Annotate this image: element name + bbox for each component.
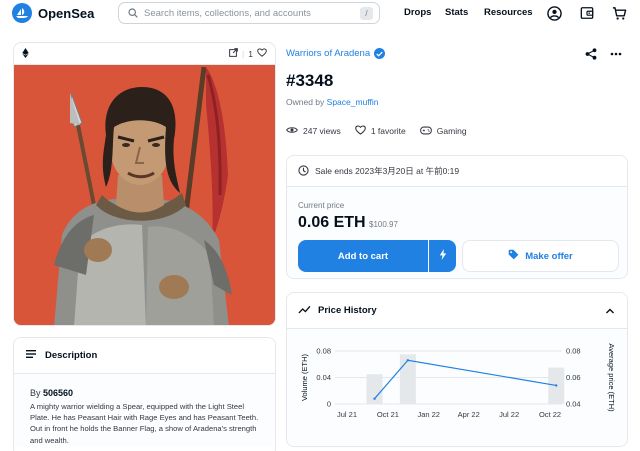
y-axis-right-label: Average price (ETH) [607, 343, 616, 412]
y-axis-left-label: Volume (ETH) [300, 353, 309, 401]
buy-now-button[interactable] [429, 240, 456, 272]
x-tick-label: Apr 22 [458, 410, 480, 419]
chevron-up-icon[interactable] [605, 306, 615, 316]
sale-body: Current price 0.06 ETH $100.97 Add to ca… [287, 187, 627, 278]
average-price-point [555, 384, 558, 387]
description-header[interactable]: Description [14, 338, 275, 374]
favorites-count-text: 1 favorite [370, 126, 406, 136]
make-offer-label: Make offer [525, 250, 573, 262]
by-label: By [30, 388, 41, 398]
heart-icon[interactable] [257, 48, 267, 59]
tag-icon [508, 249, 519, 263]
more-options-icon[interactable] [610, 47, 624, 61]
y-right-tick-label: 0.04 [566, 400, 581, 409]
category-stat[interactable]: Gaming [419, 126, 467, 137]
item-image-card: | 1 [13, 42, 276, 326]
lightning-icon [439, 247, 447, 265]
creator-link[interactable]: 506560 [43, 388, 73, 398]
price-history-heading: Price History [318, 305, 377, 316]
average-price-point [373, 397, 376, 400]
nav-drops[interactable]: Drops [404, 7, 431, 18]
price-history-body: 0 0.04 0.08 0.04 0.06 0.08 Jul 21 Oct 21 Jan 22 A… [287, 329, 627, 446]
y-left-tick-label: 0.04 [316, 373, 331, 382]
cart-icon[interactable] [610, 4, 628, 22]
eye-icon [286, 126, 298, 136]
add-to-cart-button[interactable]: Add to cart [298, 240, 428, 272]
toolbar-divider: | [242, 48, 245, 59]
collection-link[interactable]: Warriors of Aradena [286, 48, 386, 59]
owned-by-line: Owned by Space_muffin [286, 97, 378, 107]
price-history-chart: 0 0.04 0.08 0.04 0.06 0.08 Jul 21 Oct 21 Jan 22 A… [300, 343, 616, 419]
share-icon[interactable] [585, 47, 599, 61]
owner-link[interactable]: Space_muffin [327, 97, 379, 107]
price-history-header[interactable]: Price History [287, 293, 627, 329]
opensea-logo-icon[interactable] [12, 3, 32, 23]
description-panel: Description By 506560 A mighty warrior w… [13, 337, 276, 451]
brand-name[interactable]: OpenSea [38, 6, 94, 21]
x-tick-label: Oct 21 [377, 410, 399, 419]
x-tick-label: Oct 22 [539, 410, 561, 419]
x-tick-label: Jul 22 [499, 410, 519, 419]
price-history-panel: Price History 0 0.04 0.08 0.04 0.06 0.08 Jul 2… [286, 292, 628, 447]
image-card-toolbar: | 1 [14, 43, 275, 65]
favorites-count: 1 [248, 48, 253, 59]
trend-icon [298, 305, 311, 317]
verified-badge-icon [374, 48, 386, 59]
average-price-point [406, 359, 410, 362]
list-icon [26, 350, 36, 361]
nav-resources[interactable]: Resources [484, 7, 533, 18]
search-shortcut-badge: / [360, 7, 373, 20]
nav-stats[interactable]: Stats [445, 7, 468, 18]
clock-icon [298, 164, 309, 178]
top-navigation-bar: OpenSea / Drops Stats Resources [0, 0, 640, 26]
search-icon [126, 6, 140, 20]
make-offer-button[interactable]: Make offer [462, 240, 619, 272]
sale-end-header: Sale ends 2023年3月20日 at 午前0:19 [287, 156, 627, 187]
sale-panel: Sale ends 2023年3月20日 at 午前0:19 Current p… [286, 155, 628, 279]
description-body: By 506560 A mighty warrior wielding a Sp… [14, 374, 275, 446]
collection-name[interactable]: Warriors of Aradena [286, 48, 370, 59]
gamepad-icon [419, 126, 432, 137]
description-heading: Description [45, 350, 98, 361]
item-stats: 247 views 1 favorite Gaming [286, 125, 481, 137]
item-title: #3348 [286, 71, 334, 90]
description-text: A mighty warrior wielding a Spear, equip… [30, 402, 259, 445]
y-left-tick-label: 0 [327, 400, 331, 409]
sale-ends-text: Sale ends 2023年3月20日 at 午前0:19 [315, 166, 460, 176]
heart-icon [354, 125, 366, 137]
x-tick-label: Jan 22 [417, 410, 440, 419]
external-link-icon[interactable] [229, 48, 238, 59]
creator-line: By 506560 [30, 388, 259, 398]
category-name: Gaming [436, 126, 467, 136]
current-price: 0.06 ETH [298, 214, 366, 231]
y-left-tick-label: 0.08 [316, 347, 331, 356]
owned-by-label: Owned by [286, 97, 325, 107]
favorites-stat[interactable]: 1 favorite [354, 125, 406, 137]
y-right-tick-label: 0.08 [566, 347, 581, 356]
wallet-icon[interactable] [578, 4, 596, 22]
search-input[interactable] [144, 7, 354, 19]
price-usd: $100.97 [369, 220, 398, 229]
views-count: 247 views [303, 126, 341, 136]
account-icon[interactable] [545, 4, 563, 22]
y-right-tick-label: 0.06 [566, 373, 581, 382]
search-bar[interactable]: / [118, 2, 380, 24]
ethereum-icon [22, 45, 29, 63]
current-price-label: Current price [298, 201, 345, 210]
x-tick-label: Jul 21 [337, 410, 357, 419]
warrior-artwork-image[interactable] [14, 65, 275, 325]
views-stat: 247 views [286, 126, 341, 136]
